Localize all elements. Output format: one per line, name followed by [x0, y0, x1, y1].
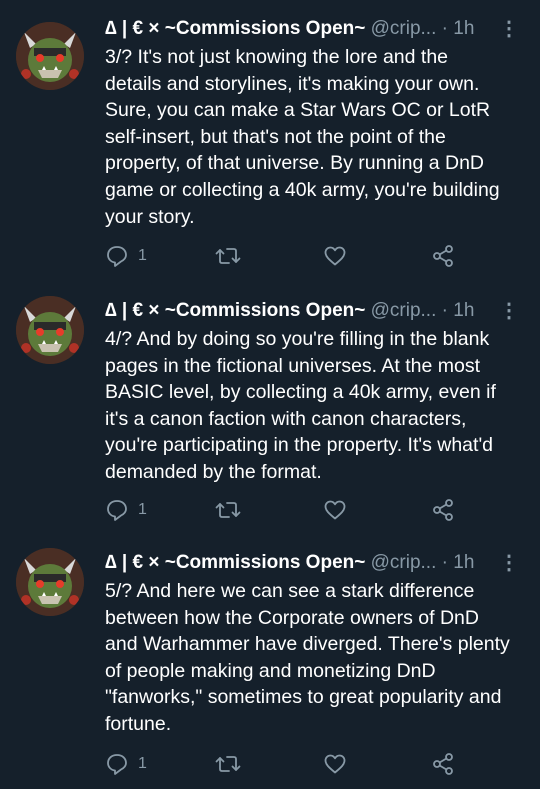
tweet-text-line: game or collecting a 40k army, you're bu… [105, 178, 500, 201]
retweet-icon [215, 502, 241, 518]
orc-avatar-icon [16, 296, 84, 364]
timestamp[interactable]: 1h [453, 552, 474, 573]
tweet[interactable]: ∆ | € × ~Commissions Open~ @crip... · 1h… [0, 296, 540, 546]
tweet-text-line: 3/? It's not just knowing the lore and t… [105, 46, 449, 68]
tweet-text-line: BASIC level, by collecting a 40k army, e… [105, 381, 496, 404]
avatar[interactable] [16, 548, 84, 616]
reply-icon [107, 246, 127, 267]
tweet-text: 4/? And by doing so you're filling in th… [105, 326, 530, 486]
tweet-text-line: "fanworks," sometimes to great popularit… [105, 686, 502, 709]
tweet-header: ∆ | € × ~Commissions Open~ @crip... · 1h… [105, 548, 525, 578]
tweet-text-line: between how the Corporate owners of DnD [105, 606, 479, 629]
like-button[interactable] [323, 752, 347, 776]
share-icon [433, 245, 453, 267]
tweet-text-line: fortune. [105, 712, 172, 735]
orc-avatar-icon [16, 548, 84, 616]
retweet-icon [215, 756, 241, 772]
more-vertical-icon[interactable]: ⋮ [499, 14, 519, 44]
timestamp[interactable]: 1h [453, 300, 474, 321]
tweet-text-line: it's a canon faction with canon characte… [105, 407, 467, 430]
retweet-button[interactable] [215, 498, 241, 522]
share-icon [433, 499, 453, 521]
avatar[interactable] [16, 22, 84, 90]
tweet-text-line: details and storylines, it's making your… [105, 72, 480, 95]
share-button[interactable] [431, 244, 455, 268]
display-name[interactable]: ∆ | € × ~Commissions Open~ [105, 300, 365, 321]
retweet-button[interactable] [215, 244, 241, 268]
retweet-button[interactable] [215, 752, 241, 776]
tweet-header: ∆ | € × ~Commissions Open~ @crip... · 1h… [105, 14, 525, 44]
tweet-text-line: of people making and monetizing DnD [105, 659, 436, 682]
retweet-icon [215, 248, 241, 264]
tweet-actions: 1 [105, 498, 525, 528]
tweet[interactable]: ∆ | € × ~Commissions Open~ @crip... · 1h… [0, 14, 540, 284]
more-vertical-icon[interactable]: ⋮ [499, 548, 519, 578]
tweet-text: 3/? It's not just knowing the lore and t… [105, 44, 530, 230]
tweet-text-line: 5/? And here we can see a stark differen… [105, 580, 475, 602]
more-vertical-icon[interactable]: ⋮ [499, 296, 519, 326]
tweet-text-line: demanded by the format. [105, 460, 322, 483]
tweet[interactable]: ∆ | € × ~Commissions Open~ @crip... · 1h… [0, 548, 540, 789]
timestamp[interactable]: 1h [453, 18, 474, 39]
separator-dot: · [441, 300, 448, 321]
tweet-text-line: and Warhammer have diverged. There's ple… [105, 633, 510, 656]
avatar[interactable] [16, 296, 84, 364]
tweet-text-line: property, of that universe. By running a… [105, 152, 485, 175]
reply-count: 1 [138, 755, 147, 772]
like-button[interactable] [323, 498, 347, 522]
reply-count: 1 [138, 501, 147, 518]
heart-icon [324, 754, 346, 774]
tweet-text-line: your story. [105, 205, 195, 228]
tweet-text-line: you're participating in the property. It… [105, 434, 494, 457]
reply-button[interactable]: 1 [105, 244, 147, 268]
reply-icon [107, 500, 127, 521]
orc-avatar-icon [16, 22, 84, 90]
tweet-header: ∆ | € × ~Commissions Open~ @crip... · 1h… [105, 296, 525, 326]
reply-icon [107, 754, 127, 775]
share-button[interactable] [431, 752, 455, 776]
separator-dot: · [441, 552, 448, 573]
heart-icon [324, 246, 346, 266]
tweet-text-line: self-insert, but that's not the point of… [105, 125, 446, 148]
tweet-text-line: pages in the fictional universes. At the… [105, 354, 481, 377]
separator-dot: · [441, 18, 448, 39]
tweet-actions: 1 [105, 244, 525, 274]
handle[interactable]: @crip... [371, 552, 437, 573]
like-button[interactable] [323, 244, 347, 268]
share-button[interactable] [431, 498, 455, 522]
handle[interactable]: @crip... [371, 18, 437, 39]
tweet-text-line: Sure, you can make a Star Wars OC or Lot… [105, 99, 491, 122]
reply-count: 1 [138, 247, 147, 264]
display-name[interactable]: ∆ | € × ~Commissions Open~ [105, 552, 365, 573]
display-name[interactable]: ∆ | € × ~Commissions Open~ [105, 18, 365, 39]
handle[interactable]: @crip... [371, 300, 437, 321]
heart-icon [324, 500, 346, 520]
reply-button[interactable]: 1 [105, 498, 147, 522]
tweet-text: 5/? And here we can see a stark differen… [105, 578, 530, 738]
share-icon [433, 753, 453, 775]
tweet-actions: 1 [105, 752, 525, 782]
reply-button[interactable]: 1 [105, 752, 147, 776]
tweet-text-line: 4/? And by doing so you're filling in th… [105, 328, 490, 350]
